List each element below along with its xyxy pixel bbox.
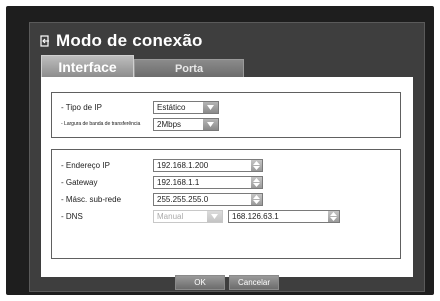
- dialog-title: Modo de conexão: [56, 31, 203, 50]
- bandwidth-label: - Largura de banda de transferência: [61, 121, 141, 127]
- dns-row: - DNS Manual 168.126.63.1: [61, 209, 340, 223]
- ip-address-field[interactable]: 192.168.1.200: [153, 158, 263, 172]
- subnet-field[interactable]: 255.255.255.0: [153, 192, 263, 206]
- tab-interface[interactable]: Interface: [41, 55, 134, 77]
- dns-mode-select: Manual: [153, 209, 223, 223]
- cancel-button[interactable]: Cancelar: [229, 275, 279, 290]
- exit-icon[interactable]: [40, 35, 50, 47]
- chevron-down-icon[interactable]: [203, 101, 218, 113]
- spin-arrows-icon[interactable]: [251, 193, 262, 205]
- dialog-title-bar: Modo de conexão: [40, 29, 203, 53]
- ip-type-group: - Tipo de IP Estático - Largura de banda…: [51, 92, 401, 138]
- connection-mode-dialog: Modo de conexão Interface Porta - Tipo d…: [29, 22, 425, 292]
- ip-type-select[interactable]: Estático: [153, 100, 219, 114]
- dialog-buttons: OK Cancelar: [30, 275, 424, 290]
- ip-type-label: - Tipo de IP: [61, 102, 102, 112]
- tab-porta[interactable]: Porta: [134, 59, 244, 77]
- spin-arrows-icon[interactable]: [251, 159, 262, 171]
- dns-value: 168.126.63.1: [232, 211, 279, 221]
- ip-address-label: - Endereço IP: [61, 160, 110, 170]
- chevron-down-icon: [207, 210, 222, 222]
- bandwidth-value: 2Mbps: [157, 119, 182, 129]
- dns-mode-value: Manual: [157, 211, 184, 221]
- ip-address-row: - Endereço IP 192.168.1.200: [61, 158, 263, 172]
- network-settings-group: - Endereço IP 192.168.1.200 - Gateway 19…: [51, 149, 401, 259]
- interface-panel: - Tipo de IP Estático - Largura de banda…: [41, 77, 413, 277]
- ip-address-value: 192.168.1.200: [157, 160, 209, 170]
- bandwidth-row: - Largura de banda de transferência 2Mbp…: [61, 117, 219, 131]
- subnet-value: 255.255.255.0: [157, 194, 209, 204]
- ip-type-value: Estático: [157, 102, 186, 112]
- screen-frame: Modo de conexão Interface Porta - Tipo d…: [6, 6, 434, 295]
- tab-bar: Interface Porta: [41, 55, 244, 77]
- spin-arrows-icon[interactable]: [328, 210, 339, 222]
- dns-label: - DNS: [61, 211, 83, 221]
- gateway-row: - Gateway 192.168.1.1: [61, 175, 263, 189]
- gateway-field[interactable]: 192.168.1.1: [153, 175, 263, 189]
- ok-button[interactable]: OK: [175, 275, 225, 290]
- ip-type-row: - Tipo de IP Estático: [61, 100, 219, 114]
- chevron-down-icon[interactable]: [203, 118, 218, 130]
- bandwidth-select[interactable]: 2Mbps: [153, 117, 219, 131]
- gateway-label: - Gateway: [61, 177, 98, 187]
- subnet-label: - Másc. sub-rede: [61, 194, 122, 204]
- subnet-row: - Másc. sub-rede 255.255.255.0: [61, 192, 263, 206]
- spin-arrows-icon[interactable]: [251, 176, 262, 188]
- dns-field[interactable]: 168.126.63.1: [228, 209, 340, 223]
- gateway-value: 192.168.1.1: [157, 177, 200, 187]
